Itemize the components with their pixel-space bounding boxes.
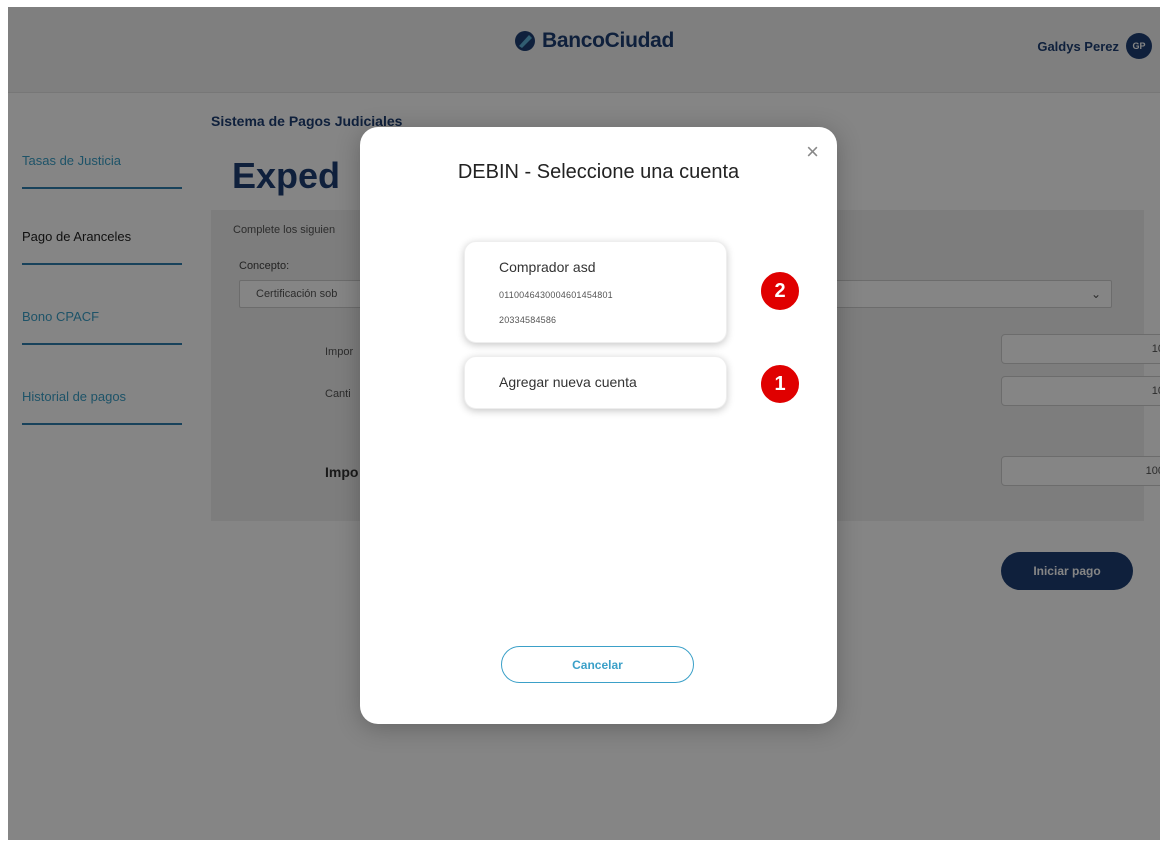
account-name: Comprador asd <box>499 259 596 275</box>
account-cbu: 0110046430004601454801 <box>499 290 613 300</box>
annotation-badge-2: 2 <box>759 270 801 312</box>
add-account-label: Agregar nueva cuenta <box>499 374 637 390</box>
app-frame: BancoCiudad Galdys Perez GP Tasas de Jus… <box>8 7 1160 840</box>
select-account-dialog: DEBIN - Seleccione una cuenta × Comprado… <box>360 127 837 724</box>
account-card[interactable]: Comprador asd 0110046430004601454801 203… <box>464 241 727 343</box>
add-account-card[interactable]: Agregar nueva cuenta <box>464 356 727 409</box>
close-icon[interactable]: × <box>806 141 819 163</box>
annotation-badge-1: 1 <box>759 363 801 405</box>
dialog-title: DEBIN - Seleccione una cuenta <box>457 161 740 183</box>
account-cuit: 20334584586 <box>499 315 557 325</box>
cancel-button[interactable]: Cancelar <box>501 646 694 683</box>
